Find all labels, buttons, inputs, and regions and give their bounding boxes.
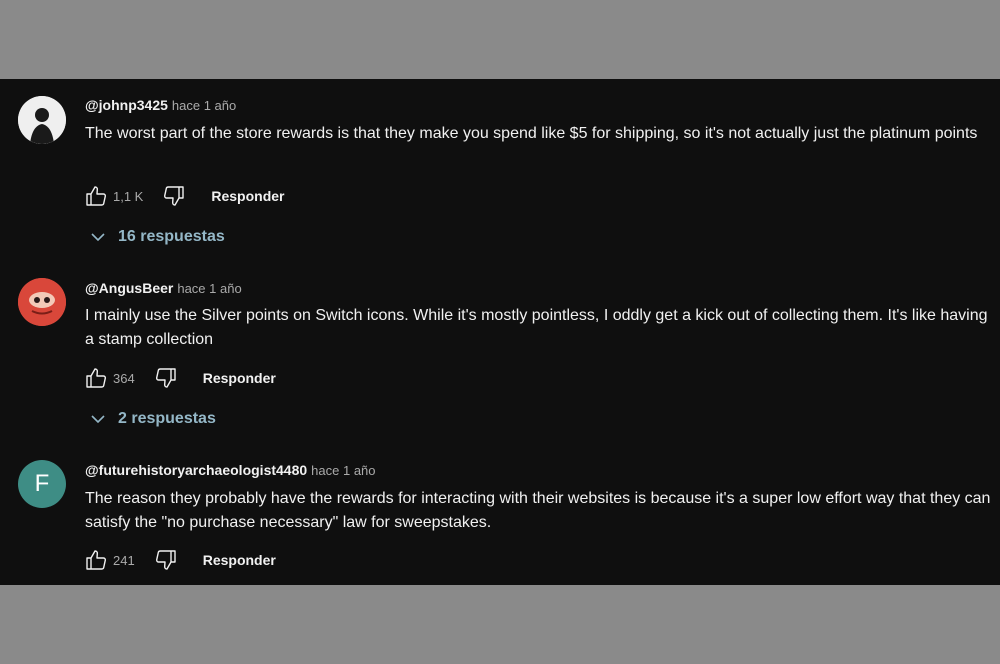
comment-time[interactable]: hace 1 año	[172, 98, 236, 113]
like-count: 1,1 K	[113, 188, 144, 204]
comment-actions: 1,1 K Responder	[83, 183, 284, 209]
replies-count: 16 respuestas	[118, 228, 225, 245]
replies-toggle[interactable]: 16 respuestas	[88, 224, 225, 250]
comment-time[interactable]: hace 1 año	[311, 463, 375, 478]
avatar-photo-icon	[18, 278, 66, 326]
dislike-button[interactable]	[153, 547, 179, 573]
comment-author[interactable]: @johnp3425	[85, 97, 168, 113]
avatar[interactable]	[18, 278, 66, 326]
thumbs-up-icon	[86, 550, 107, 570]
comment-actions: 241 Responder	[83, 547, 276, 573]
like-button[interactable]	[83, 547, 109, 573]
avatar[interactable]	[18, 96, 66, 144]
thumbs-down-icon	[155, 550, 176, 570]
comment-actions: 364 Responder	[83, 365, 276, 391]
like-button[interactable]	[83, 183, 109, 209]
comment-time[interactable]: hace 1 año	[177, 281, 241, 296]
chevron-down-icon	[91, 415, 105, 424]
reply-button[interactable]: Responder	[211, 188, 284, 204]
comment-header: @AngusBeer hace 1 año	[85, 280, 242, 300]
comment-text: The reason they probably have the reward…	[85, 490, 991, 531]
comment-text: I mainly use the Silver points on Switch…	[85, 307, 988, 348]
like-button[interactable]	[83, 365, 109, 391]
like-count: 241	[113, 552, 135, 568]
comment-author[interactable]: @AngusBeer	[85, 280, 173, 296]
dislike-button[interactable]	[153, 365, 179, 391]
reply-button[interactable]: Responder	[203, 370, 276, 386]
comment-header: @futurehistoryarchaeologist4480 hace 1 a…	[85, 462, 376, 482]
replies-toggle[interactable]: 2 respuestas	[88, 406, 216, 432]
comment-header: @johnp3425 hace 1 año	[85, 97, 236, 117]
reply-button[interactable]: Responder	[203, 552, 276, 568]
replies-count: 2 respuestas	[118, 410, 216, 427]
thumbs-up-icon	[86, 368, 107, 388]
avatar-photo-icon	[18, 96, 66, 144]
thumbs-down-icon	[164, 186, 185, 206]
comment-author[interactable]: @futurehistoryarchaeologist4480	[85, 462, 307, 478]
comments-panel: @johnp3425 hace 1 año The worst part of …	[0, 79, 1000, 585]
comment-text: The worst part of the store rewards is t…	[85, 125, 978, 142]
thumbs-up-icon	[86, 186, 107, 206]
like-count: 364	[113, 370, 135, 386]
chevron-down-icon	[91, 233, 105, 242]
avatar-letter: F	[34, 470, 50, 497]
thumbs-down-icon	[155, 368, 176, 388]
dislike-button[interactable]	[161, 183, 187, 209]
avatar[interactable]: F	[18, 460, 66, 508]
